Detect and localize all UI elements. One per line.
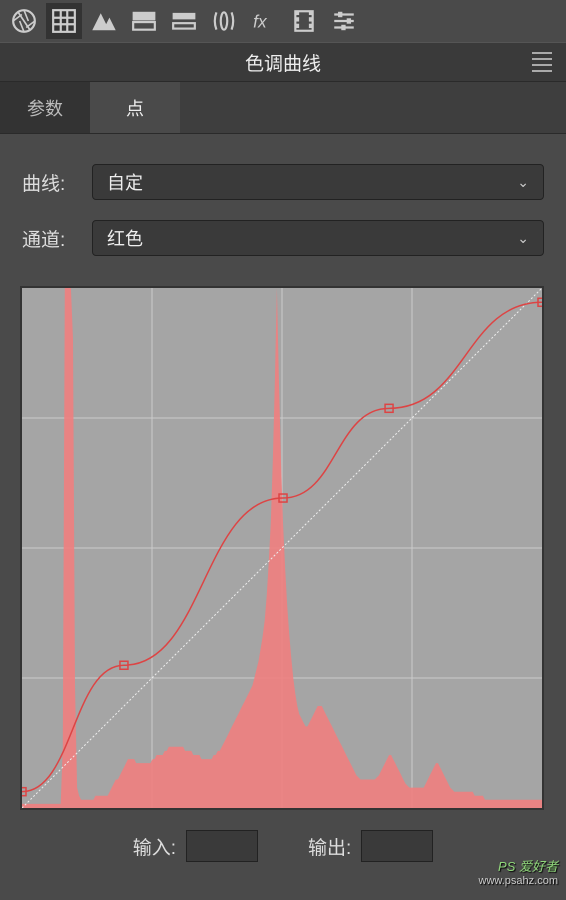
- tab-parametric[interactable]: 参数: [0, 82, 90, 133]
- film-icon[interactable]: [286, 3, 322, 39]
- chevron-down-icon: ⌄: [517, 230, 529, 247]
- sliders-icon[interactable]: [326, 3, 362, 39]
- tabs: 参数 点: [0, 82, 566, 134]
- input-field[interactable]: [186, 830, 258, 862]
- panel-title: 色调曲线: [245, 49, 321, 76]
- watermark: PS 爱好者 www.psahz.com: [479, 859, 558, 888]
- input-label: 输入:: [133, 833, 176, 860]
- curve-select-value: 自定: [107, 169, 143, 195]
- lens-icon[interactable]: [206, 3, 242, 39]
- menu-icon[interactable]: [532, 52, 552, 72]
- tab-point[interactable]: 点: [90, 82, 180, 133]
- mountains-icon[interactable]: [86, 3, 122, 39]
- split-horizontal-icon[interactable]: [126, 3, 162, 39]
- controls: 曲线: 自定 ⌄ 通道: 红色 ⌄: [0, 154, 566, 286]
- watermark-sub: www.psahz.com: [479, 875, 558, 888]
- grid-icon[interactable]: [46, 3, 82, 39]
- io-row: 输入: 输出:: [0, 830, 566, 862]
- chevron-down-icon: ⌄: [517, 174, 529, 191]
- curve-editor[interactable]: [20, 286, 544, 810]
- output-field[interactable]: [361, 830, 433, 862]
- split-vertical-icon[interactable]: [166, 3, 202, 39]
- fx-icon[interactable]: fx: [246, 3, 282, 39]
- watermark-main: PS 爱好者: [479, 859, 558, 875]
- curve-label: 曲线:: [22, 169, 92, 196]
- channel-select[interactable]: 红色 ⌄: [92, 220, 544, 256]
- panel-title-bar: 色调曲线: [0, 42, 566, 82]
- channel-label: 通道:: [22, 225, 92, 252]
- svg-text:fx: fx: [253, 12, 268, 32]
- output-label: 输出:: [308, 833, 351, 860]
- curve-select[interactable]: 自定 ⌄: [92, 164, 544, 200]
- aperture-icon[interactable]: [6, 3, 42, 39]
- toolbar: fx: [0, 0, 566, 42]
- channel-select-value: 红色: [107, 225, 143, 251]
